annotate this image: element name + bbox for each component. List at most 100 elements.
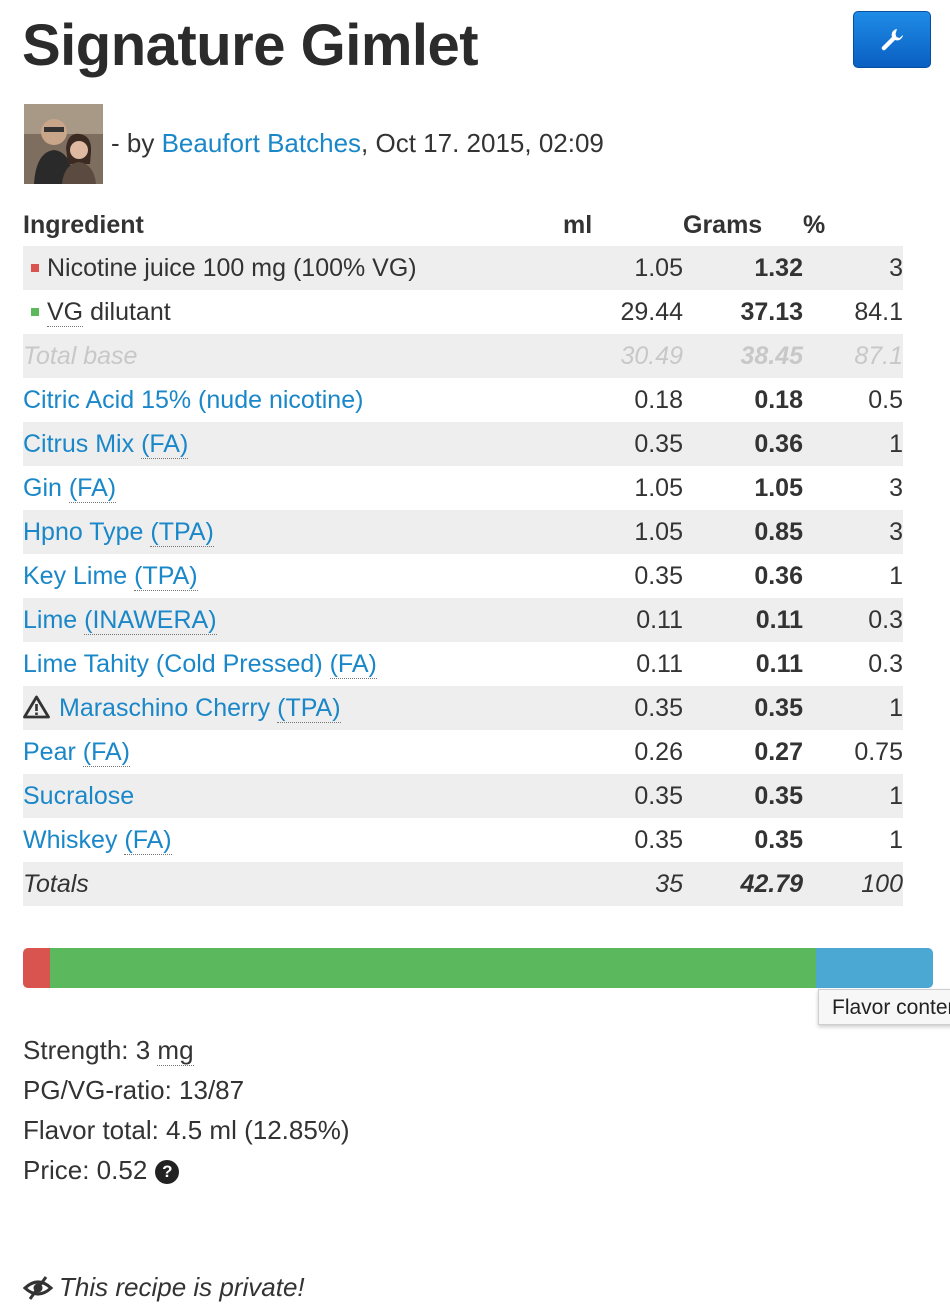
grams-value: 0.85: [754, 517, 803, 546]
strength-label: Strength: 3: [23, 1035, 158, 1065]
question-circle-icon[interactable]: ?: [155, 1160, 180, 1184]
ingredient-cell: Whiskey (FA): [23, 818, 563, 862]
flavor-link[interactable]: Key Lime (TPA): [23, 561, 198, 591]
page-title: Signature Gimlet: [22, 13, 479, 78]
flavor-link[interactable]: Citrus Mix (FA): [23, 429, 189, 459]
ml-cell: 0.11: [636, 649, 683, 678]
strength-line: Strength: 3 mg: [23, 1030, 350, 1070]
ml-cell: 0.18: [634, 385, 683, 414]
flavor-name: Hpno Type: [23, 517, 151, 546]
ml-cell: 1.05: [563, 246, 683, 290]
grams-value: 42.79: [740, 869, 803, 898]
flavor-link[interactable]: Lime (INAWERA): [23, 605, 217, 635]
grams-cell: 0.35: [683, 686, 803, 730]
privacy-text: This recipe is private!: [59, 1272, 305, 1302]
author-link[interactable]: Beaufort Batches: [162, 128, 361, 158]
ingredient-cell: VG dilutant: [23, 290, 563, 334]
pg-vg-ratio: PG/VG-ratio: 13/87: [23, 1075, 245, 1105]
table-row: Citric Acid 15% (nude nicotine) 0.18 0.18 0…: [23, 378, 903, 422]
flavor-link[interactable]: Gin (FA): [23, 473, 117, 503]
flavor-link[interactable]: Whiskey (FA): [23, 825, 172, 855]
grams-value: 0.11: [755, 649, 803, 678]
table-header-row: Ingredient ml Grams %: [23, 204, 903, 246]
grams-cell: 0.11: [683, 642, 803, 686]
table-row: Hpno Type (TPA) 1.05 0.85 3: [23, 510, 903, 554]
ingredient-cell: Nicotine juice 100 mg (100% VG): [23, 246, 563, 290]
percent-cell: 100: [803, 862, 903, 906]
ml-cell: 0.35: [563, 686, 683, 730]
table-row: Key Lime (TPA) 0.35 0.36 1: [23, 554, 903, 598]
flavor-segment[interactable]: [815, 948, 933, 988]
flavor-link[interactable]: Sucralose: [23, 782, 134, 810]
flavor-link[interactable]: Maraschino Cherry (TPA): [59, 693, 341, 723]
ml-cell: 0.26: [634, 737, 683, 766]
ml-cell: 0.35: [634, 561, 683, 590]
flavor-link[interactable]: Lime Tahity (Cold Pressed) (FA): [23, 649, 377, 679]
warning-icon: [23, 695, 50, 718]
ml-cell: 1.05: [563, 510, 683, 554]
flavor-name: Whiskey: [23, 825, 125, 854]
ingredient-cell: Lime Tahity (Cold Pressed) (FA): [23, 642, 563, 686]
table-row: Gin (FA) 1.05 1.05 3: [23, 466, 903, 510]
flavor-name: Key Lime: [23, 561, 135, 590]
vendor-abbr: (FA): [82, 737, 130, 767]
grams-cell: 0.85: [683, 510, 803, 554]
recipe-byline: - by Beaufort Batches, Oct 17. 2015, 02:…: [111, 128, 604, 159]
price-text: Price: 0.52: [23, 1155, 148, 1185]
ingredient-cell: Hpno Type (TPA): [23, 510, 563, 554]
composition-bar[interactable]: [23, 948, 933, 988]
recipe-stats: Strength: 3 mg PG/VG-ratio: 13/87 Flavor…: [23, 1030, 350, 1190]
settings-button[interactable]: [853, 11, 931, 68]
flavor-link[interactable]: Citric Acid 15% (nude nicotine): [23, 386, 363, 414]
ml-cell: 0.11: [563, 598, 683, 642]
grams-cell: 1.05: [683, 466, 803, 510]
table-row: Citrus Mix (FA) 0.35 0.36 1: [23, 422, 903, 466]
ml-cell: 0.35: [563, 422, 683, 466]
header-ingredient: Ingredient: [23, 210, 144, 239]
percent-cell: 0.5: [868, 385, 903, 414]
ingredient-cell: Sucralose: [23, 774, 563, 818]
table-row: Pear (FA) 0.26 0.27 0.75: [23, 730, 903, 774]
grams-value: 0.36: [754, 429, 803, 458]
ml-cell: 0.35: [563, 774, 683, 818]
flavor-name: Pear: [23, 737, 83, 766]
ingredient-cell: Gin (FA): [23, 466, 563, 510]
nicotine-segment[interactable]: [23, 948, 51, 988]
grams-value: 1.32: [754, 253, 803, 282]
ml-cell: 29.44: [620, 297, 683, 326]
percent-cell: 1: [803, 422, 903, 466]
flavor-link[interactable]: Hpno Type (TPA): [23, 517, 214, 547]
recipe-date: , Oct 17. 2015, 02:09: [361, 128, 604, 158]
totals-row: Totals 35 42.79 100: [23, 862, 903, 906]
grams-cell: 37.13: [683, 290, 803, 334]
ingredient-cell: Lime (INAWERA): [23, 598, 563, 642]
ingredients-table: Ingredient ml Grams % Nicotine juice 100…: [23, 204, 903, 906]
flavor-total: Flavor total: 4.5 ml (12.85%): [23, 1115, 350, 1145]
table-row: Lime Tahity (Cold Pressed) (FA) 0.11 0.11 0…: [23, 642, 903, 686]
ingredient-name: VG dilutant: [47, 297, 171, 327]
ml-cell: 1.05: [634, 473, 683, 502]
eye-slash-icon: [23, 1275, 53, 1300]
ingredient-cell: Citric Acid 15% (nude nicotine): [23, 378, 563, 422]
grams-value: 38.45: [740, 341, 803, 370]
grams-value: 0.35: [754, 781, 803, 810]
flavor-link[interactable]: Pear (FA): [23, 737, 130, 767]
vg-dilutant-segment[interactable]: [50, 948, 816, 988]
flavor-name: Sucralose: [23, 781, 135, 810]
flavor-name: Citrus Mix: [23, 429, 142, 458]
grams-cell: 0.35: [683, 818, 803, 862]
vendor-abbr: (FA): [124, 825, 172, 855]
percent-cell: 1: [803, 686, 903, 730]
avatar-photo: [24, 104, 103, 184]
grams-value: 0.27: [754, 737, 803, 766]
avatar[interactable]: [24, 104, 103, 184]
vendor-abbr: (TPA): [150, 517, 214, 547]
ingredient-name: Nicotine juice 100 mg (100% VG): [47, 253, 417, 282]
ml-cell: 35: [563, 862, 683, 906]
flavor-name: Gin: [23, 473, 69, 502]
grams-cell: 0.11: [683, 598, 803, 642]
vendor-abbr: (FA): [68, 473, 117, 503]
ingredient-cell: Pear (FA): [23, 730, 563, 774]
grams-value: 0.35: [754, 825, 803, 854]
grams-cell: 0.18: [683, 378, 803, 422]
